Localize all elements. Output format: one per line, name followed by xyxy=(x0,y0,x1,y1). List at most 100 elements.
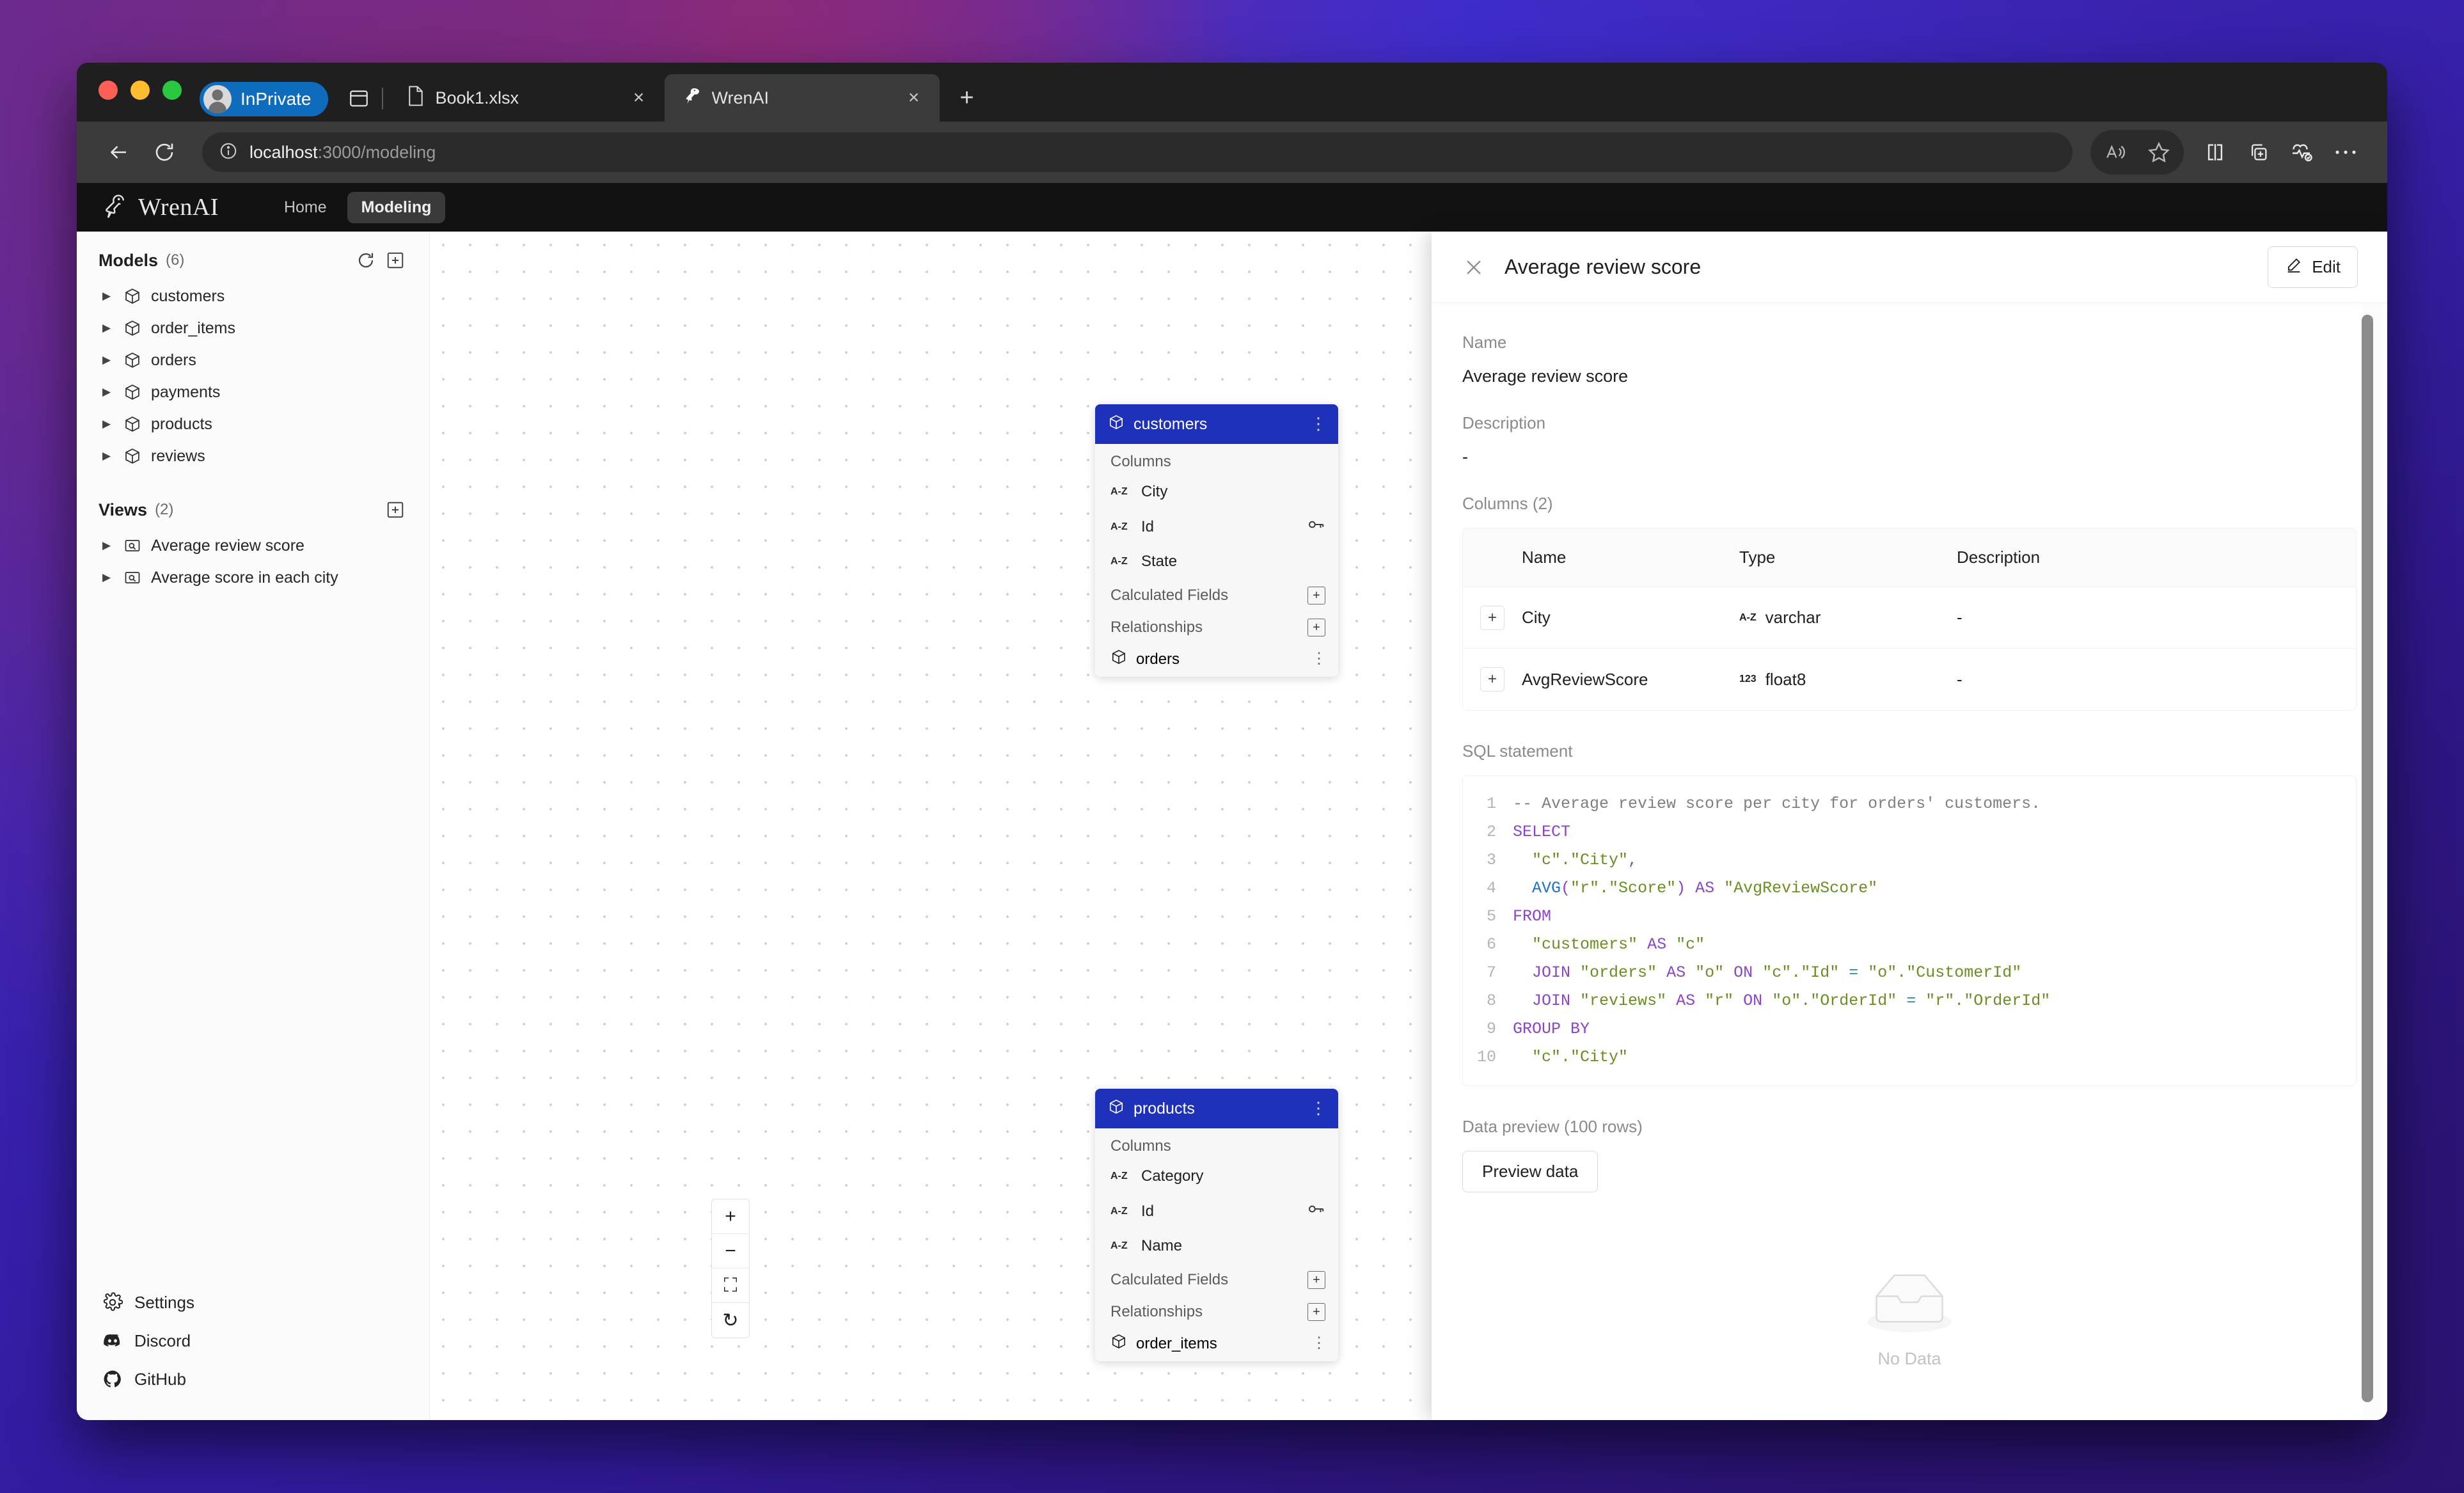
tree-item-label: Average score in each city xyxy=(151,568,338,587)
add-box-icon[interactable] xyxy=(383,498,407,522)
sidebar-model-order-items[interactable]: ▶ order_items xyxy=(77,312,429,344)
sidebar-item-discord[interactable]: Discord xyxy=(77,1322,429,1360)
node-column[interactable]: A-Z Id xyxy=(1095,1192,1338,1230)
node-column[interactable]: A-Z Id xyxy=(1095,508,1338,546)
node-relationship[interactable]: orders ⋮ xyxy=(1095,642,1338,677)
sidebar-view-average-review-score[interactable]: ▶ Average review score xyxy=(77,530,429,562)
table-header-row: Name Type Description xyxy=(1463,528,2356,587)
sidebar-view-average-score-in-each-city[interactable]: ▶ Average score in each city xyxy=(77,562,429,594)
add-box-icon[interactable] xyxy=(383,248,407,273)
tree-item-label: Average review score xyxy=(151,536,304,555)
sidebar-item-settings[interactable]: Settings xyxy=(77,1283,429,1322)
expand-row-button[interactable]: + xyxy=(1480,605,1504,630)
minimize-window-button[interactable] xyxy=(130,81,150,100)
read-aloud-icon[interactable] xyxy=(2096,132,2135,172)
close-window-button[interactable] xyxy=(99,81,118,100)
zoom-out-button[interactable]: − xyxy=(712,1234,749,1268)
drawer-scrollbar-thumb[interactable] xyxy=(2362,315,2373,1402)
node-header[interactable]: products ⋮ xyxy=(1095,1089,1338,1128)
sql-line-content: "c"."City" xyxy=(1532,1048,1629,1066)
sql-label: SQL statement xyxy=(1462,741,1573,761)
node-relationship[interactable]: order_items ⋮ xyxy=(1095,1326,1338,1361)
drawer-scroll-track[interactable] xyxy=(2362,303,2382,1420)
relationship-more-icon[interactable]: ⋮ xyxy=(1311,651,1327,667)
preview-data-button[interactable]: Preview data xyxy=(1462,1151,1599,1192)
edit-button[interactable]: Edit xyxy=(2268,246,2358,288)
expand-caret-icon[interactable]: ▶ xyxy=(102,290,114,303)
sidebar-model-products[interactable]: ▶ products xyxy=(77,408,429,440)
sidebar-footer: Settings Discord GitHub xyxy=(77,1283,429,1420)
sidebar-item-github[interactable]: GitHub xyxy=(77,1360,429,1398)
expand-caret-icon[interactable]: ▶ xyxy=(102,539,114,552)
expand-caret-icon[interactable]: ▶ xyxy=(102,450,114,462)
model-node-customers[interactable]: customers ⋮ Columns A-Z City A-Z Id A-Z … xyxy=(1095,404,1338,677)
new-tab-button[interactable]: + xyxy=(949,79,986,116)
nav-item-home[interactable]: Home xyxy=(270,192,341,223)
maximize-window-button[interactable] xyxy=(162,81,182,100)
sql-line: 7 JOIN "orders" AS "o" ON "c"."Id" = "o"… xyxy=(1463,959,2356,987)
node-column[interactable]: A-Z City xyxy=(1095,476,1338,508)
window-traffic-lights xyxy=(99,63,182,122)
split-screen-icon[interactable] xyxy=(2195,132,2235,172)
sidebar-model-orders[interactable]: ▶ orders xyxy=(77,344,429,376)
document-icon xyxy=(406,85,425,111)
refresh-icon[interactable] xyxy=(354,248,378,273)
settings-more-icon[interactable] xyxy=(2326,132,2365,172)
relationship-edges xyxy=(430,232,622,328)
expand-caret-icon[interactable]: ▶ xyxy=(102,571,114,584)
model-node-products[interactable]: products ⋮ Columns A-Z Category A-Z Id A… xyxy=(1095,1089,1338,1361)
tree-item-label: products xyxy=(151,415,212,433)
column-name: State xyxy=(1141,553,1178,570)
favorite-star-icon[interactable] xyxy=(2139,132,2179,172)
zoom-in-button[interactable]: + xyxy=(712,1199,749,1234)
node-more-icon[interactable]: ⋮ xyxy=(1310,416,1327,432)
add-icon[interactable]: + xyxy=(1307,1271,1325,1289)
empty-inbox-icon xyxy=(1861,1274,1957,1341)
app-body: Models (6) ▶ customers ▶ order_items ▶ o… xyxy=(77,232,2387,1420)
sidebar-model-reviews[interactable]: ▶ reviews xyxy=(77,440,429,472)
models-list: ▶ customers ▶ order_items ▶ orders ▶ pay… xyxy=(77,280,429,472)
back-button[interactable] xyxy=(99,132,138,172)
column-type-icon: A-Z xyxy=(1110,521,1128,532)
node-column[interactable]: A-Z Category xyxy=(1095,1160,1338,1192)
expand-caret-icon[interactable]: ▶ xyxy=(102,322,114,335)
expand-caret-icon[interactable]: ▶ xyxy=(102,354,114,367)
relationship-more-icon[interactable]: ⋮ xyxy=(1311,1335,1327,1351)
node-column[interactable]: A-Z State xyxy=(1095,546,1338,578)
add-icon[interactable]: + xyxy=(1307,1303,1325,1321)
primary-key-icon xyxy=(1306,1199,1325,1223)
add-icon[interactable]: + xyxy=(1307,619,1325,636)
reset-view-button[interactable]: ↻ xyxy=(712,1303,749,1338)
sql-line-number: 10 xyxy=(1476,1048,1496,1066)
inprivate-profile-badge[interactable]: InPrivate xyxy=(200,82,328,116)
sql-line: 8 JOIN "reviews" AS "r" ON "o"."OrderId"… xyxy=(1463,987,2356,1015)
expand-caret-icon[interactable]: ▶ xyxy=(102,386,114,399)
add-icon[interactable]: + xyxy=(1307,587,1325,604)
node-more-icon[interactable]: ⋮ xyxy=(1310,1100,1327,1116)
browser-tab-book1[interactable]: Book1.xlsx × xyxy=(389,74,665,122)
site-info-icon[interactable] xyxy=(219,141,238,164)
app-brand[interactable]: WrenAI xyxy=(100,191,219,224)
browser-essentials-icon[interactable] xyxy=(2282,132,2322,172)
close-tab-button[interactable]: × xyxy=(901,85,927,111)
close-tab-button[interactable]: × xyxy=(626,85,652,111)
node-header[interactable]: customers ⋮ xyxy=(1095,404,1338,444)
github-icon xyxy=(102,1369,123,1389)
expand-caret-icon[interactable]: ▶ xyxy=(102,418,114,431)
url-input[interactable]: localhost:3000/modeling xyxy=(202,132,2073,172)
nav-item-modeling[interactable]: Modeling xyxy=(347,191,446,223)
cell-name: AvgReviewScore xyxy=(1522,669,1648,689)
reload-button[interactable] xyxy=(145,132,184,172)
expand-row-button[interactable]: + xyxy=(1480,667,1504,691)
sidebar-model-customers[interactable]: ▶ customers xyxy=(77,280,429,312)
collections-icon[interactable] xyxy=(2239,132,2278,172)
pencil-icon xyxy=(2285,256,2303,278)
close-icon[interactable] xyxy=(1461,255,1487,280)
fit-view-button[interactable]: ⛶ xyxy=(712,1268,749,1303)
browser-tab-wrenai[interactable]: WrenAI × xyxy=(664,74,940,122)
edit-label: Edit xyxy=(2312,257,2341,276)
tab-actions-icon[interactable] xyxy=(342,82,375,115)
node-column[interactable]: A-Z Name xyxy=(1095,1230,1338,1262)
sidebar-model-payments[interactable]: ▶ payments xyxy=(77,376,429,408)
model-cube-icon xyxy=(123,383,142,402)
